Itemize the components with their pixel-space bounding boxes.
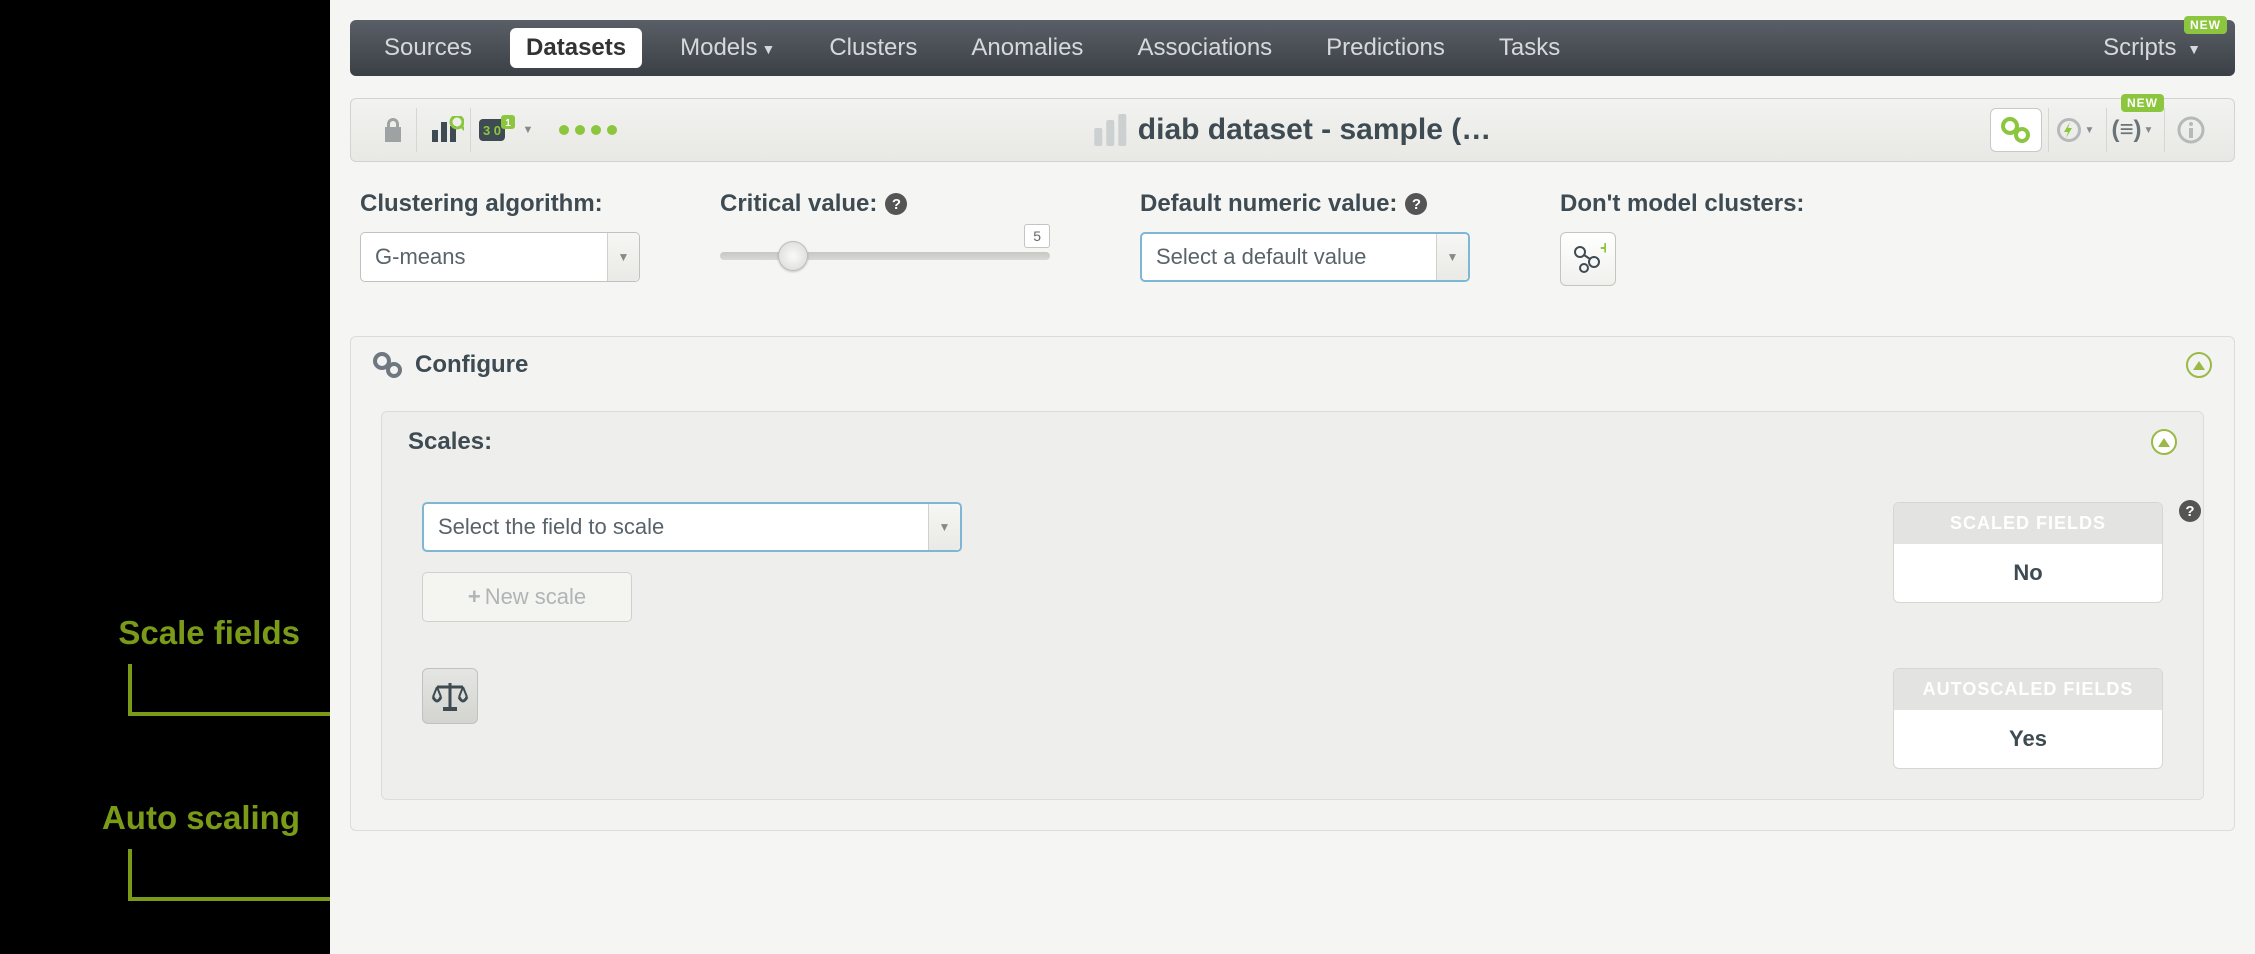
critical-label-text: Critical value:: [720, 190, 877, 218]
gears-icon: [373, 352, 403, 378]
slider-thumb[interactable]: [778, 241, 808, 271]
default-value-placeholder: Select a default value: [1156, 244, 1366, 270]
slider-track: [720, 252, 1050, 260]
collapse-icon[interactable]: [2151, 429, 2177, 455]
filter-icon: (≡): [2112, 116, 2142, 144]
annotation-scale-fields: Scale fields: [40, 614, 300, 652]
field-to-scale-select[interactable]: Select the field to scale ▼: [422, 502, 962, 552]
chevron-down-icon: ▼: [523, 124, 534, 136]
tab-tasks[interactable]: Tasks: [1483, 28, 1576, 68]
dataset-title: diab dataset - sample (…: [1094, 113, 1491, 147]
field-select-placeholder: Select the field to scale: [438, 514, 664, 540]
lightning-icon: [2055, 116, 2083, 144]
lightning-button[interactable]: ▼: [2048, 108, 2100, 152]
chevron-down-icon: ▼: [761, 41, 775, 57]
dont-model-button[interactable]: +: [1560, 232, 1616, 286]
configure-panel-header[interactable]: Configure: [351, 337, 2234, 393]
algorithm-select-value: G-means: [375, 244, 465, 270]
chevron-down-icon: ▼: [607, 233, 639, 281]
autoscale-toggle-button[interactable]: [422, 668, 478, 724]
autoscaled-fields-box: AUTOSCALED FIELDS Yes: [1893, 668, 2163, 769]
annotation-connector: [128, 849, 132, 901]
algo-label: Clustering algorithm:: [360, 190, 660, 218]
histogram-icon-button[interactable]: [423, 108, 471, 152]
slider-value-badge: 5: [1024, 224, 1050, 248]
tab-anomalies[interactable]: Anomalies: [955, 28, 1099, 68]
scales-panel: Scales: Select the field to scale ▼ +: [381, 411, 2204, 800]
tab-clusters[interactable]: Clusters: [813, 28, 933, 68]
bars-icon: [1094, 114, 1126, 146]
tab-predictions[interactable]: Predictions: [1310, 28, 1461, 68]
info-icon: [2177, 116, 2205, 144]
lock-icon: [381, 117, 405, 143]
svg-text:3 0: 3 0: [483, 123, 501, 138]
lock-icon-button[interactable]: [369, 108, 417, 152]
help-icon[interactable]: ?: [1405, 193, 1427, 215]
help-icon[interactable]: ?: [2179, 500, 2201, 522]
tab-models-label: Models: [680, 34, 757, 61]
tab-associations[interactable]: Associations: [1121, 28, 1288, 68]
new-badge: NEW: [2121, 94, 2164, 112]
new-scale-label: New scale: [485, 584, 586, 610]
annotation-connector: [128, 664, 132, 716]
autoscaled-fields-head: AUTOSCALED FIELDS: [1894, 669, 2162, 710]
scales-title: Scales:: [408, 428, 492, 456]
tab-sources[interactable]: Sources: [368, 28, 488, 68]
tab-scripts-label: Scripts: [2103, 34, 2176, 61]
scaled-fields-box: SCALED FIELDS No: [1893, 502, 2163, 603]
chevron-down-icon: ▼: [2187, 41, 2201, 57]
chevron-down-icon: ▼: [1436, 234, 1468, 280]
tab-scripts[interactable]: Scripts ▼ NEW: [2087, 28, 2217, 68]
algorithm-select[interactable]: G-means ▼: [360, 232, 640, 282]
plus-icon: +: [468, 584, 481, 610]
svg-text:1: 1: [505, 118, 511, 129]
annotation-auto-scaling: Auto scaling: [40, 799, 300, 837]
default-numeric-label-text: Default numeric value:: [1140, 190, 1397, 218]
filter-button[interactable]: (≡) ▼ NEW: [2106, 108, 2158, 152]
dataset-title-text: diab dataset - sample (…: [1138, 113, 1491, 147]
app-root: Sources Datasets Models▼ Clusters Anomal…: [330, 0, 2255, 954]
chevron-down-icon: ▼: [928, 504, 960, 550]
scaled-fields-value: No: [1894, 544, 2162, 602]
configure-panel: Configure Scales: Select the field to sc…: [350, 336, 2235, 831]
gears-config-button[interactable]: [1990, 108, 2042, 152]
collapse-icon[interactable]: [2186, 352, 2212, 378]
new-scale-button[interactable]: + New scale: [422, 572, 632, 622]
cluster-config-row: Clustering algorithm: G-means ▼ Critical…: [350, 162, 2235, 296]
chevron-down-icon: ▼: [2144, 125, 2154, 136]
scaled-fields-head: SCALED FIELDS: [1894, 503, 2162, 544]
critical-value-slider[interactable]: 5: [720, 232, 1050, 260]
balance-icon: [431, 679, 469, 713]
tab-datasets[interactable]: Datasets: [510, 28, 642, 68]
critical-label: Critical value:?: [720, 190, 1080, 218]
default-value-select[interactable]: Select a default value ▼: [1140, 232, 1470, 282]
default-numeric-label: Default numeric value:?: [1140, 190, 1500, 218]
histogram-icon: [430, 116, 464, 144]
dataset-toolbar: 3 0 1 ▼ diab dataset - sample (… ▼ (≡) ▼ …: [350, 98, 2235, 162]
info-button[interactable]: [2164, 108, 2216, 152]
cluster-icon: +: [1570, 242, 1606, 276]
chevron-down-icon: ▼: [2085, 125, 2095, 136]
dont-model-label: Don't model clusters:: [1560, 190, 1804, 218]
version-icon: 3 0 1: [479, 115, 521, 145]
autoscaled-fields-value: Yes: [1894, 710, 2162, 768]
new-badge: NEW: [2184, 16, 2227, 34]
version-icon-button[interactable]: 3 0 1 ▼: [477, 108, 535, 152]
configure-title: Configure: [415, 351, 528, 379]
help-icon[interactable]: ?: [885, 193, 907, 215]
tab-models[interactable]: Models▼: [664, 28, 791, 68]
progress-dots: [559, 125, 617, 135]
main-navbar: Sources Datasets Models▼ Clusters Anomal…: [350, 20, 2235, 76]
scales-panel-header[interactable]: Scales:: [382, 412, 2203, 472]
gears-icon: [2001, 117, 2031, 143]
svg-text:+: +: [1600, 242, 1606, 258]
